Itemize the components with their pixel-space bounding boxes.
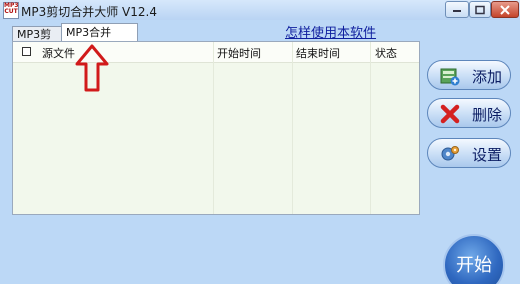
help-link[interactable]: 怎样使用本软件 xyxy=(285,22,376,41)
column-header-source-file[interactable]: 源文件 xyxy=(42,45,75,61)
column-divider xyxy=(213,42,214,214)
file-list-table[interactable]: 源文件 开始时间 结束时间 状态 xyxy=(12,41,420,215)
minimize-icon xyxy=(453,9,461,12)
app-logo-icon: MP3 CUT xyxy=(3,2,19,19)
column-header-status[interactable]: 状态 xyxy=(375,45,397,61)
start-button[interactable]: 开始 xyxy=(443,234,505,284)
delete-button-label: 删除 xyxy=(472,106,503,124)
title-bar: MP3 CUT MP3剪切合并大师 V12.4 xyxy=(0,0,520,20)
settings-button[interactable]: 设置 xyxy=(427,138,511,168)
close-button[interactable] xyxy=(491,1,519,18)
delete-button[interactable]: 删除 xyxy=(427,98,511,128)
tab-mp3-merge[interactable]: MP3合并 xyxy=(61,23,138,41)
column-divider xyxy=(292,42,293,214)
maximize-button[interactable] xyxy=(469,1,491,18)
column-header-start-time[interactable]: 开始时间 xyxy=(217,45,261,61)
app-window: MP3CUT MP3剪切合并大师 V12.4 MP3剪切 MP3合并 怎样使用本… xyxy=(0,0,520,284)
maximize-icon xyxy=(475,5,485,14)
delete-x-icon xyxy=(440,104,460,124)
red-arrow-annotation xyxy=(75,44,109,92)
add-file-icon xyxy=(440,68,460,86)
settings-button-label: 设置 xyxy=(472,146,503,164)
tab-mp3-cut[interactable]: MP3剪切 xyxy=(12,26,62,56)
window-title: MP3剪切合并大师 V12.4 xyxy=(21,5,157,19)
close-icon xyxy=(500,4,510,15)
add-button-label: 添加 xyxy=(472,68,503,86)
column-divider xyxy=(370,42,371,214)
add-button[interactable]: 添加 xyxy=(427,60,511,90)
gear-icon xyxy=(441,146,459,161)
select-all-checkbox[interactable] xyxy=(22,47,31,56)
minimize-button[interactable] xyxy=(445,1,469,18)
table-header: 源文件 开始时间 结束时间 状态 xyxy=(13,42,419,63)
column-header-end-time[interactable]: 结束时间 xyxy=(296,45,340,61)
start-button-label: 开始 xyxy=(456,255,492,276)
